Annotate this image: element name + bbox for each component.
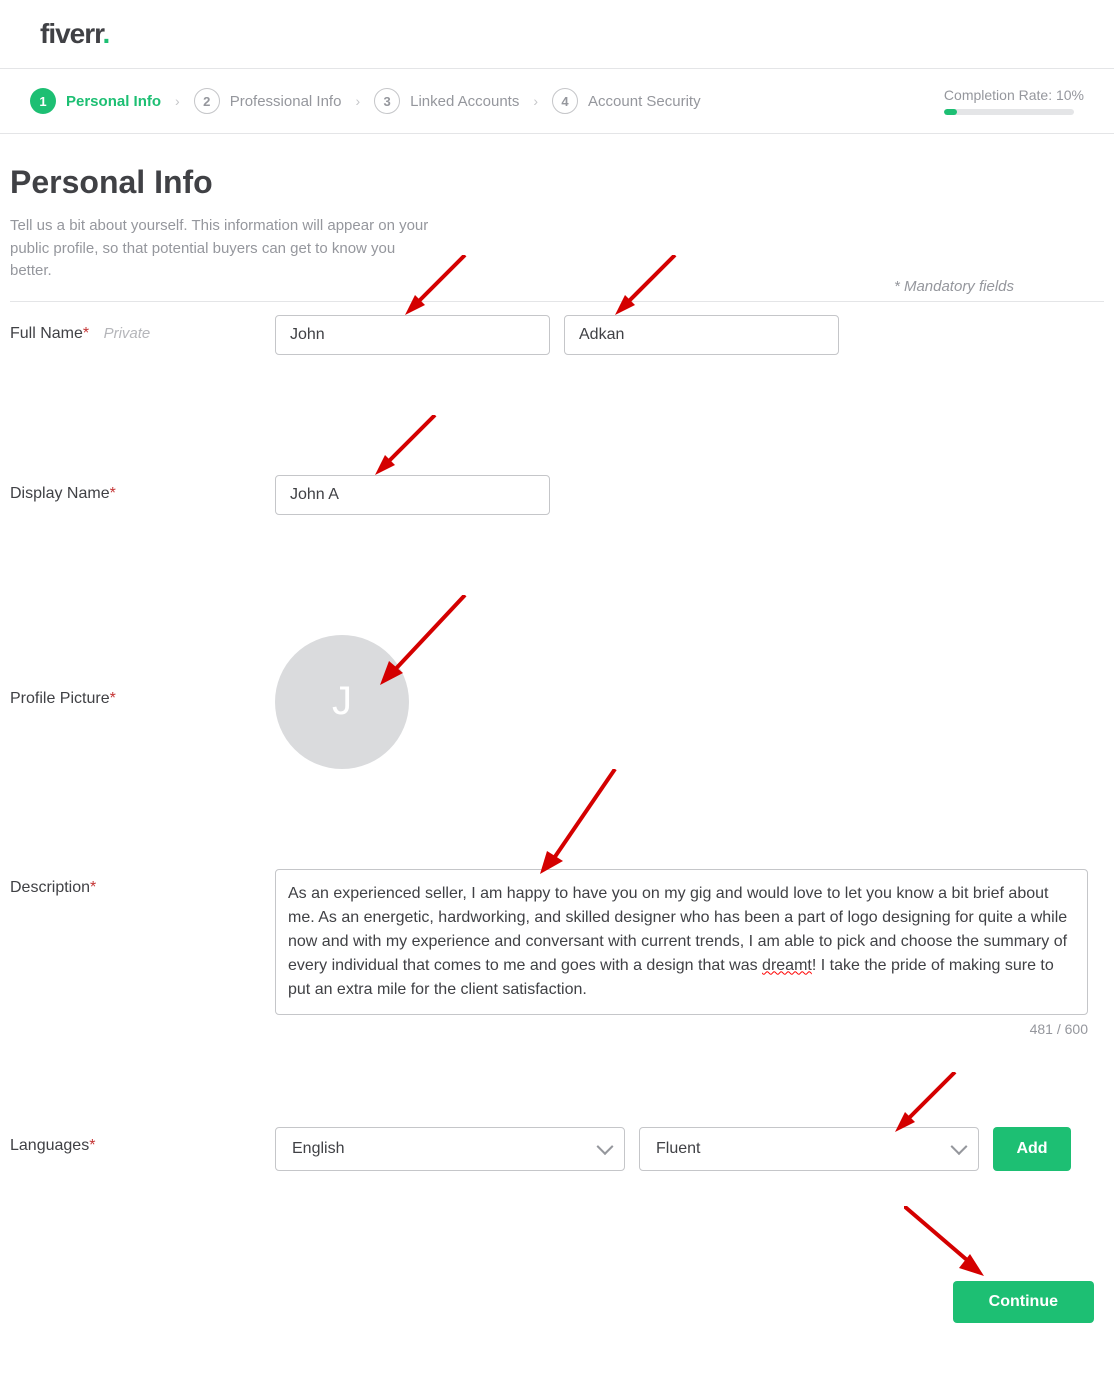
description-textarea[interactable]: As an experienced seller, I am happy to …: [275, 869, 1088, 1015]
step-linked-accounts[interactable]: 3 Linked Accounts: [374, 88, 519, 114]
chevron-right-icon: ›: [533, 93, 538, 109]
step-account-security[interactable]: 4 Account Security: [552, 88, 701, 114]
language-select[interactable]: English: [275, 1127, 625, 1171]
progress-bar: [944, 109, 1074, 115]
completion-rate: Completion Rate: 10%: [944, 87, 1084, 115]
page-title: Personal Info: [10, 164, 1104, 201]
label-description: Description*: [10, 869, 275, 897]
add-language-button[interactable]: Add: [993, 1127, 1071, 1171]
step-personal-info[interactable]: 1 Personal Info: [30, 88, 161, 114]
profile-picture-upload[interactable]: J: [275, 635, 409, 769]
last-name-input[interactable]: [564, 315, 839, 355]
mandatory-note: * Mandatory fields: [10, 278, 1104, 295]
label-full-name: Full Name* Private: [10, 315, 275, 343]
page-subtitle: Tell us a bit about yourself. This infor…: [10, 215, 440, 283]
header: fiverr.: [0, 0, 1114, 69]
private-badge: Private: [104, 325, 151, 342]
chevron-right-icon: ›: [355, 93, 360, 109]
steps-bar: 1 Personal Info › 2 Professional Info › …: [0, 69, 1114, 134]
logo[interactable]: fiverr.: [40, 18, 109, 49]
continue-button[interactable]: Continue: [953, 1281, 1094, 1323]
display-name-input[interactable]: [275, 475, 550, 515]
divider: [10, 301, 1104, 302]
label-display-name: Display Name*: [10, 475, 275, 503]
chevron-right-icon: ›: [175, 93, 180, 109]
first-name-input[interactable]: [275, 315, 550, 355]
char-count: 481 / 600: [275, 1021, 1088, 1037]
proficiency-select[interactable]: Fluent: [639, 1127, 979, 1171]
step-professional-info[interactable]: 2 Professional Info: [194, 88, 342, 114]
avatar-initial: J: [332, 679, 352, 724]
label-profile-picture: Profile Picture*: [10, 635, 275, 708]
label-languages: Languages*: [10, 1127, 275, 1155]
